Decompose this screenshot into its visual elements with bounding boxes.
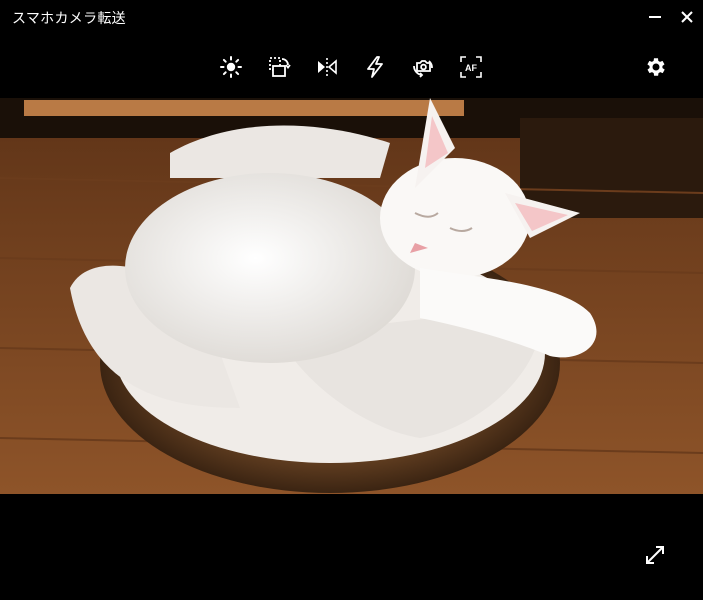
close-icon — [681, 11, 693, 23]
window-title: スマホカメラ転送 — [12, 11, 126, 27]
settings-button[interactable] — [640, 52, 670, 82]
flip-horizontal-button[interactable] — [312, 52, 342, 82]
brightness-icon — [220, 56, 242, 78]
title-bar: スマホカメラ転送 — [0, 0, 703, 34]
camera-toolbar: AF — [0, 48, 703, 86]
camera-preview — [0, 98, 703, 494]
gear-icon — [647, 58, 665, 76]
autofocus-icon: AF — [460, 56, 482, 78]
minimize-icon — [649, 16, 661, 18]
minimize-button[interactable] — [640, 4, 670, 30]
camera-feed-image — [0, 98, 703, 494]
rotate-button[interactable] — [264, 52, 294, 82]
fullscreen-button[interactable] — [640, 540, 670, 570]
autofocus-button[interactable]: AF — [456, 52, 486, 82]
fullscreen-icon — [646, 546, 664, 564]
flash-icon — [367, 56, 383, 78]
autofocus-label: AF — [465, 63, 477, 73]
brightness-button[interactable] — [216, 52, 246, 82]
rotate-icon — [269, 57, 291, 77]
flash-button[interactable] — [360, 52, 390, 82]
switch-camera-button[interactable] — [408, 52, 438, 82]
switch-camera-icon — [413, 60, 433, 78]
close-button[interactable] — [672, 4, 702, 30]
flip-horizontal-icon — [318, 58, 337, 76]
